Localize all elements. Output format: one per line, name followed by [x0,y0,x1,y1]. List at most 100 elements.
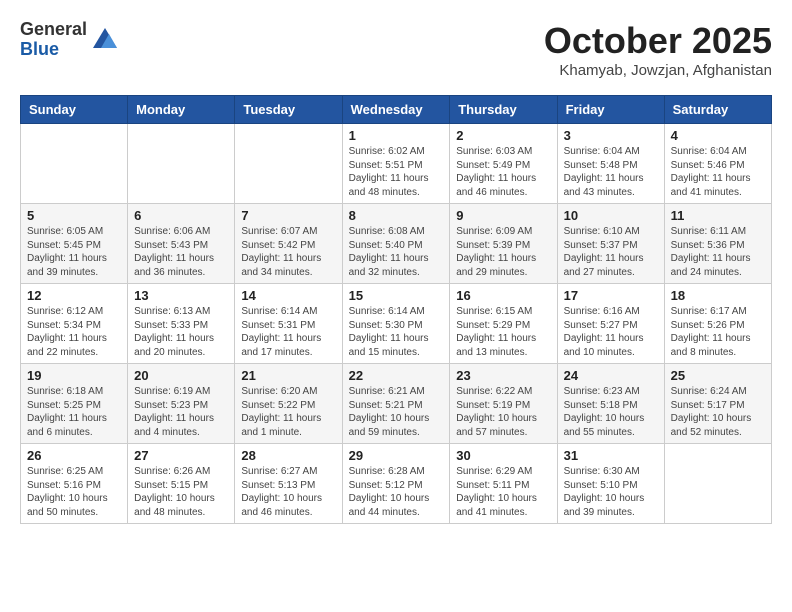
day-number: 28 [241,448,335,463]
day-number: 30 [456,448,550,463]
day-info: Sunrise: 6:26 AM Sunset: 5:15 PM Dayligh… [134,465,228,519]
calendar-cell: 6Sunrise: 6:06 AM Sunset: 5:43 PM Daylig… [128,204,235,284]
calendar-table: SundayMondayTuesdayWednesdayThursdayFrid… [20,95,772,524]
calendar-cell: 20Sunrise: 6:19 AM Sunset: 5:23 PM Dayli… [128,364,235,444]
calendar-cell: 19Sunrise: 6:18 AM Sunset: 5:25 PM Dayli… [21,364,128,444]
calendar-header-row: SundayMondayTuesdayWednesdayThursdayFrid… [21,96,772,124]
day-number: 2 [456,128,550,143]
calendar-cell: 28 Sunrise: 6:27 AM Sunset: 5:13 PM Dayli… [235,444,342,524]
calendar-day-header: Monday [128,96,235,124]
logo-general-text: General [20,20,87,40]
calendar-cell: 23 Sunrise: 6:22 AM Sunset: 5:19 PM Dayli… [450,364,557,444]
day-number: 9 [456,208,550,223]
day-info: Sunrise: 6:15 AM Sunset: 5:29 PM Dayligh… [456,305,550,359]
day-number: 3 [564,128,658,143]
day-info: Sunrise: 6:14 AM Sunset: 5:31 PM Dayligh… [241,305,335,359]
day-number: 16 [456,288,550,303]
day-number: 14 [241,288,335,303]
calendar-cell: 22Sunrise: 6:21 AM Sunset: 5:21 PM Dayli… [342,364,450,444]
day-number: 21 [241,368,335,383]
calendar-cell: 29Sunrise: 6:28 AM Sunset: 5:12 PM Dayli… [342,444,450,524]
calendar-cell [235,124,342,204]
calendar-cell: 26 Sunrise: 6:25 AM Sunset: 5:16 PM Dayli… [21,444,128,524]
day-info: Sunrise: 6:08 AM Sunset: 5:40 PM Dayligh… [349,225,444,279]
day-info: Sunrise: 6:23 AM Sunset: 5:18 PM Dayligh… [564,385,658,439]
calendar-cell: 1 Sunrise: 6:02 AM Sunset: 5:51 PM Daylig… [342,124,450,204]
day-number: 22 [349,368,444,383]
calendar-cell: 11 Sunrise: 6:11 AM Sunset: 5:36 PM Dayli… [664,204,771,284]
day-info: Sunrise: 6:03 AM Sunset: 5:49 PM Dayligh… [456,145,550,199]
calendar-cell: 18Sunrise: 6:17 AM Sunset: 5:26 PM Dayli… [664,284,771,364]
day-info: Sunrise: 6:20 AM Sunset: 5:22 PM Dayligh… [241,385,335,439]
calendar-day-header: Wednesday [342,96,450,124]
calendar-cell: 14 Sunrise: 6:14 AM Sunset: 5:31 PM Dayli… [235,284,342,364]
calendar-cell: 9 Sunrise: 6:09 AM Sunset: 5:39 PM Daylig… [450,204,557,284]
calendar-cell: 13 Sunrise: 6:13 AM Sunset: 5:33 PM Dayli… [128,284,235,364]
calendar-cell: 16 Sunrise: 6:15 AM Sunset: 5:29 PM Dayli… [450,284,557,364]
day-info: Sunrise: 6:25 AM Sunset: 5:16 PM Dayligh… [27,465,121,519]
calendar-cell: 21 Sunrise: 6:20 AM Sunset: 5:22 PM Dayli… [235,364,342,444]
day-info: Sunrise: 6:04 AM Sunset: 5:48 PM Dayligh… [564,145,658,199]
calendar-day-header: Saturday [664,96,771,124]
day-number: 4 [671,128,765,143]
month-title: October 2025 [544,20,772,62]
day-info: Sunrise: 6:29 AM Sunset: 5:11 PM Dayligh… [456,465,550,519]
calendar-cell: 24 Sunrise: 6:23 AM Sunset: 5:18 PM Dayli… [557,364,664,444]
day-info: Sunrise: 6:06 AM Sunset: 5:43 PM Dayligh… [134,225,228,279]
day-number: 20 [134,368,228,383]
day-number: 1 [349,128,444,143]
calendar-day-header: Sunday [21,96,128,124]
day-info: Sunrise: 6:24 AM Sunset: 5:17 PM Dayligh… [671,385,765,439]
day-info: Sunrise: 6:13 AM Sunset: 5:33 PM Dayligh… [134,305,228,359]
day-info: Sunrise: 6:11 AM Sunset: 5:36 PM Dayligh… [671,225,765,279]
day-info: Sunrise: 6:27 AM Sunset: 5:13 PM Dayligh… [241,465,335,519]
day-number: 8 [349,208,444,223]
day-number: 13 [134,288,228,303]
day-number: 23 [456,368,550,383]
page-header: General Blue October 2025 Khamyab, Jowzj… [20,20,772,79]
day-number: 18 [671,288,765,303]
calendar-cell: 2 Sunrise: 6:03 AM Sunset: 5:49 PM Daylig… [450,124,557,204]
calendar-week-row: 26 Sunrise: 6:25 AM Sunset: 5:16 PM Dayli… [21,444,772,524]
location: Khamyab, Jowzjan, Afghanistan [544,62,772,79]
day-info: Sunrise: 6:30 AM Sunset: 5:10 PM Dayligh… [564,465,658,519]
calendar-cell: 4Sunrise: 6:04 AM Sunset: 5:46 PM Daylig… [664,124,771,204]
calendar-cell [21,124,128,204]
day-info: Sunrise: 6:22 AM Sunset: 5:19 PM Dayligh… [456,385,550,439]
calendar-cell: 31 Sunrise: 6:30 AM Sunset: 5:10 PM Dayli… [557,444,664,524]
day-number: 15 [349,288,444,303]
day-number: 27 [134,448,228,463]
calendar-cell: 30 Sunrise: 6:29 AM Sunset: 5:11 PM Dayli… [450,444,557,524]
logo: General Blue [20,20,119,60]
day-number: 24 [564,368,658,383]
calendar-cell: 15Sunrise: 6:14 AM Sunset: 5:30 PM Dayli… [342,284,450,364]
calendar-cell: 7 Sunrise: 6:07 AM Sunset: 5:42 PM Daylig… [235,204,342,284]
day-info: Sunrise: 6:10 AM Sunset: 5:37 PM Dayligh… [564,225,658,279]
day-info: Sunrise: 6:09 AM Sunset: 5:39 PM Dayligh… [456,225,550,279]
title-section: October 2025 Khamyab, Jowzjan, Afghanist… [544,20,772,79]
day-info: Sunrise: 6:12 AM Sunset: 5:34 PM Dayligh… [27,305,121,359]
day-info: Sunrise: 6:05 AM Sunset: 5:45 PM Dayligh… [27,225,121,279]
day-number: 31 [564,448,658,463]
calendar-cell: 10 Sunrise: 6:10 AM Sunset: 5:37 PM Dayli… [557,204,664,284]
logo-icon [91,26,119,54]
day-info: Sunrise: 6:16 AM Sunset: 5:27 PM Dayligh… [564,305,658,359]
day-number: 25 [671,368,765,383]
day-number: 7 [241,208,335,223]
calendar-cell: 5Sunrise: 6:05 AM Sunset: 5:45 PM Daylig… [21,204,128,284]
calendar-week-row: 1 Sunrise: 6:02 AM Sunset: 5:51 PM Daylig… [21,124,772,204]
day-number: 12 [27,288,121,303]
day-info: Sunrise: 6:02 AM Sunset: 5:51 PM Dayligh… [349,145,444,199]
calendar-day-header: Friday [557,96,664,124]
logo-blue-text: Blue [20,40,87,60]
day-number: 11 [671,208,765,223]
calendar-week-row: 19Sunrise: 6:18 AM Sunset: 5:25 PM Dayli… [21,364,772,444]
day-number: 10 [564,208,658,223]
day-number: 17 [564,288,658,303]
day-info: Sunrise: 6:07 AM Sunset: 5:42 PM Dayligh… [241,225,335,279]
calendar-day-header: Thursday [450,96,557,124]
day-number: 29 [349,448,444,463]
calendar-week-row: 5Sunrise: 6:05 AM Sunset: 5:45 PM Daylig… [21,204,772,284]
day-number: 26 [27,448,121,463]
calendar-cell: 12 Sunrise: 6:12 AM Sunset: 5:34 PM Dayli… [21,284,128,364]
